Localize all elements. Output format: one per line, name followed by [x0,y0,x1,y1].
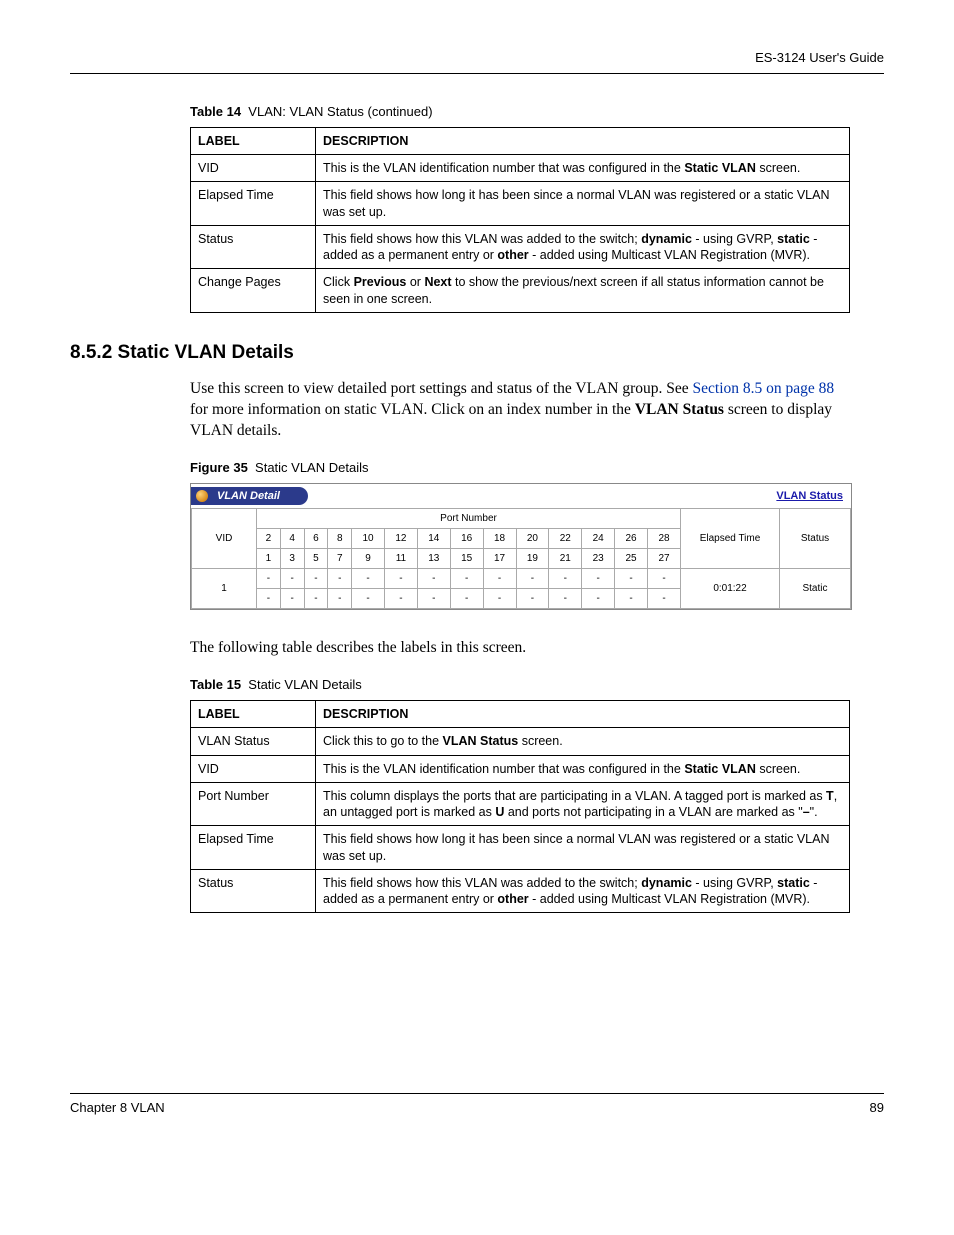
table-row: VID This is the VLAN identification numb… [191,755,850,782]
table14-caption-label: Table 14 [190,104,241,119]
cell-desc: This field shows how this VLAN was added… [316,869,850,913]
cell-label: Status [191,225,316,269]
figure35-caption: Figure 35 Static VLAN Details [190,460,884,477]
table15-header-row: LABEL DESCRIPTION [191,701,850,728]
table15-col-label: LABEL [191,701,316,728]
vlan-status-link[interactable]: VLAN Status [776,489,843,503]
cell-label: VID [191,755,316,782]
figure35-caption-label: Figure 35 [190,460,248,475]
table15: LABEL DESCRIPTION VLAN Status Click this… [190,700,850,913]
table15-col-desc: DESCRIPTION [316,701,850,728]
table14: LABEL DESCRIPTION VID This is the VLAN i… [190,127,850,313]
table-row: VID This is the VLAN identification numb… [191,155,850,182]
table14-header-row: LABEL DESCRIPTION [191,127,850,154]
ss-vid-value: 1 [192,569,257,609]
figure35-screenshot: VLAN Detail VLAN Status VID Port Number … [190,483,852,610]
table15-caption-text: Static VLAN Details [248,677,361,692]
table-row: Elapsed Time This field shows how long i… [191,826,850,870]
cell-label: VID [191,155,316,182]
table-row: Change Pages Click Previous or Next to s… [191,269,850,313]
cell-desc: Click this to go to the VLAN Status scre… [316,728,850,755]
cell-label: Elapsed Time [191,826,316,870]
header-rule [70,73,884,74]
page-footer: Chapter 8 VLAN 89 [70,1093,884,1117]
ss-col-status: Status [780,509,851,569]
ss-col-port: Port Number [257,509,681,529]
cell-desc: This column displays the ports that are … [316,782,850,826]
cell-label: VLAN Status [191,728,316,755]
ss-status-value: Static [780,569,851,609]
ss-col-elapsed: Elapsed Time [681,509,780,569]
cell-desc: This field shows how long it has been si… [316,182,850,226]
cell-label: Port Number [191,782,316,826]
section-8.5-link[interactable]: Section 8.5 on page 88 [693,380,835,397]
section-para-2: The following table describes the labels… [190,638,850,659]
table14-col-label: LABEL [191,127,316,154]
table-row: Status This field shows how this VLAN wa… [191,225,850,269]
vlan-detail-table: VID Port Number Elapsed Time Status 2468… [191,508,851,609]
cell-desc: This is the VLAN identification number t… [316,755,850,782]
cell-label: Status [191,869,316,913]
cell-label: Elapsed Time [191,182,316,226]
table-row: VLAN Status Click this to go to the VLAN… [191,728,850,755]
cell-label: Change Pages [191,269,316,313]
header-guide: ES-3124 User's Guide [70,50,884,67]
table14-caption: Table 14 VLAN: VLAN Status (continued) [190,104,884,121]
cell-desc: This field shows how long it has been si… [316,826,850,870]
footer-chapter: Chapter 8 VLAN [70,1100,165,1117]
cell-desc: This field shows how this VLAN was added… [316,225,850,269]
table-row: Status This field shows how this VLAN wa… [191,869,850,913]
table-row: Elapsed Time This field shows how long i… [191,182,850,226]
vlan-detail-tab: VLAN Detail [191,487,308,505]
section-heading: 8.5.2 Static VLAN Details [70,341,884,366]
ss-header-row-1: VID Port Number Elapsed Time Status [192,509,851,529]
ss-data-row-1: 1 -------------- 0:01:22 Static [192,569,851,589]
footer-page: 89 [870,1100,884,1117]
table15-caption: Table 15 Static VLAN Details [190,677,884,694]
figure35-caption-text: Static VLAN Details [255,460,368,475]
table-row: Port Number This column displays the por… [191,782,850,826]
section-para-1: Use this screen to view detailed port se… [190,379,850,442]
screenshot-titlebar: VLAN Detail VLAN Status [191,484,851,508]
ss-elapsed-value: 0:01:22 [681,569,780,609]
table15-caption-label: Table 15 [190,677,241,692]
cell-desc: Click Previous or Next to show the previ… [316,269,850,313]
table14-col-desc: DESCRIPTION [316,127,850,154]
cell-desc: This is the VLAN identification number t… [316,155,850,182]
table14-caption-text: VLAN: VLAN Status (continued) [248,104,432,119]
ss-col-vid: VID [192,509,257,569]
